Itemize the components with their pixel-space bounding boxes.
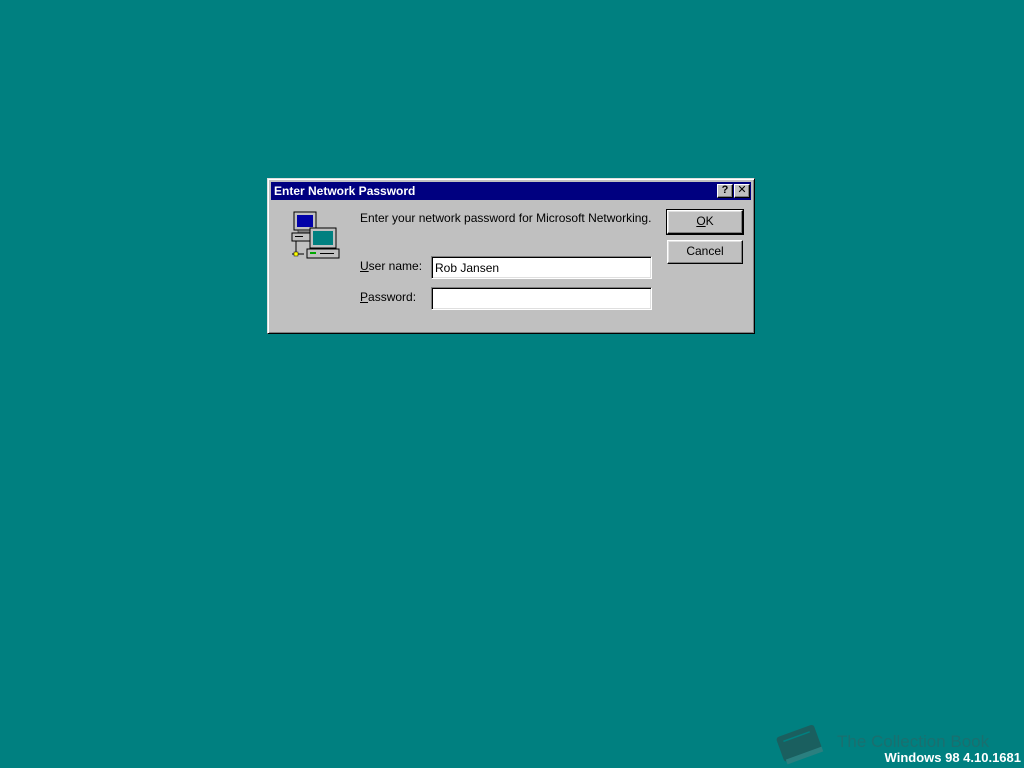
- password-input[interactable]: [431, 287, 652, 310]
- desktop: Enter Network Password ? ✕ Enter your ne…: [0, 0, 1024, 768]
- password-label-accel: P: [360, 290, 369, 304]
- help-button[interactable]: ?: [717, 184, 733, 198]
- watermark-text: The Collection Book: [837, 732, 990, 751]
- username-input[interactable]: [431, 256, 652, 279]
- dialog-message: Enter your network password for Microsof…: [360, 211, 652, 225]
- ok-button-text: K: [705, 214, 714, 228]
- username-label-text: ser name:: [368, 259, 423, 273]
- username-label-accel: U: [360, 259, 369, 273]
- close-button[interactable]: ✕: [734, 184, 750, 198]
- password-label-text: assword:: [368, 290, 417, 304]
- dialog-titlebar[interactable]: Enter Network Password ? ✕: [271, 182, 751, 200]
- ok-button[interactable]: OK: [666, 209, 744, 235]
- password-label: Password:: [360, 290, 416, 304]
- ok-button-accel: O: [696, 214, 706, 228]
- network-computers-icon: [291, 211, 340, 259]
- version-text: Windows 98 4.10.1681: [884, 750, 1021, 765]
- cancel-button[interactable]: Cancel: [667, 240, 743, 264]
- dialog-title: Enter Network Password: [274, 184, 416, 198]
- username-label: User name:: [360, 259, 422, 273]
